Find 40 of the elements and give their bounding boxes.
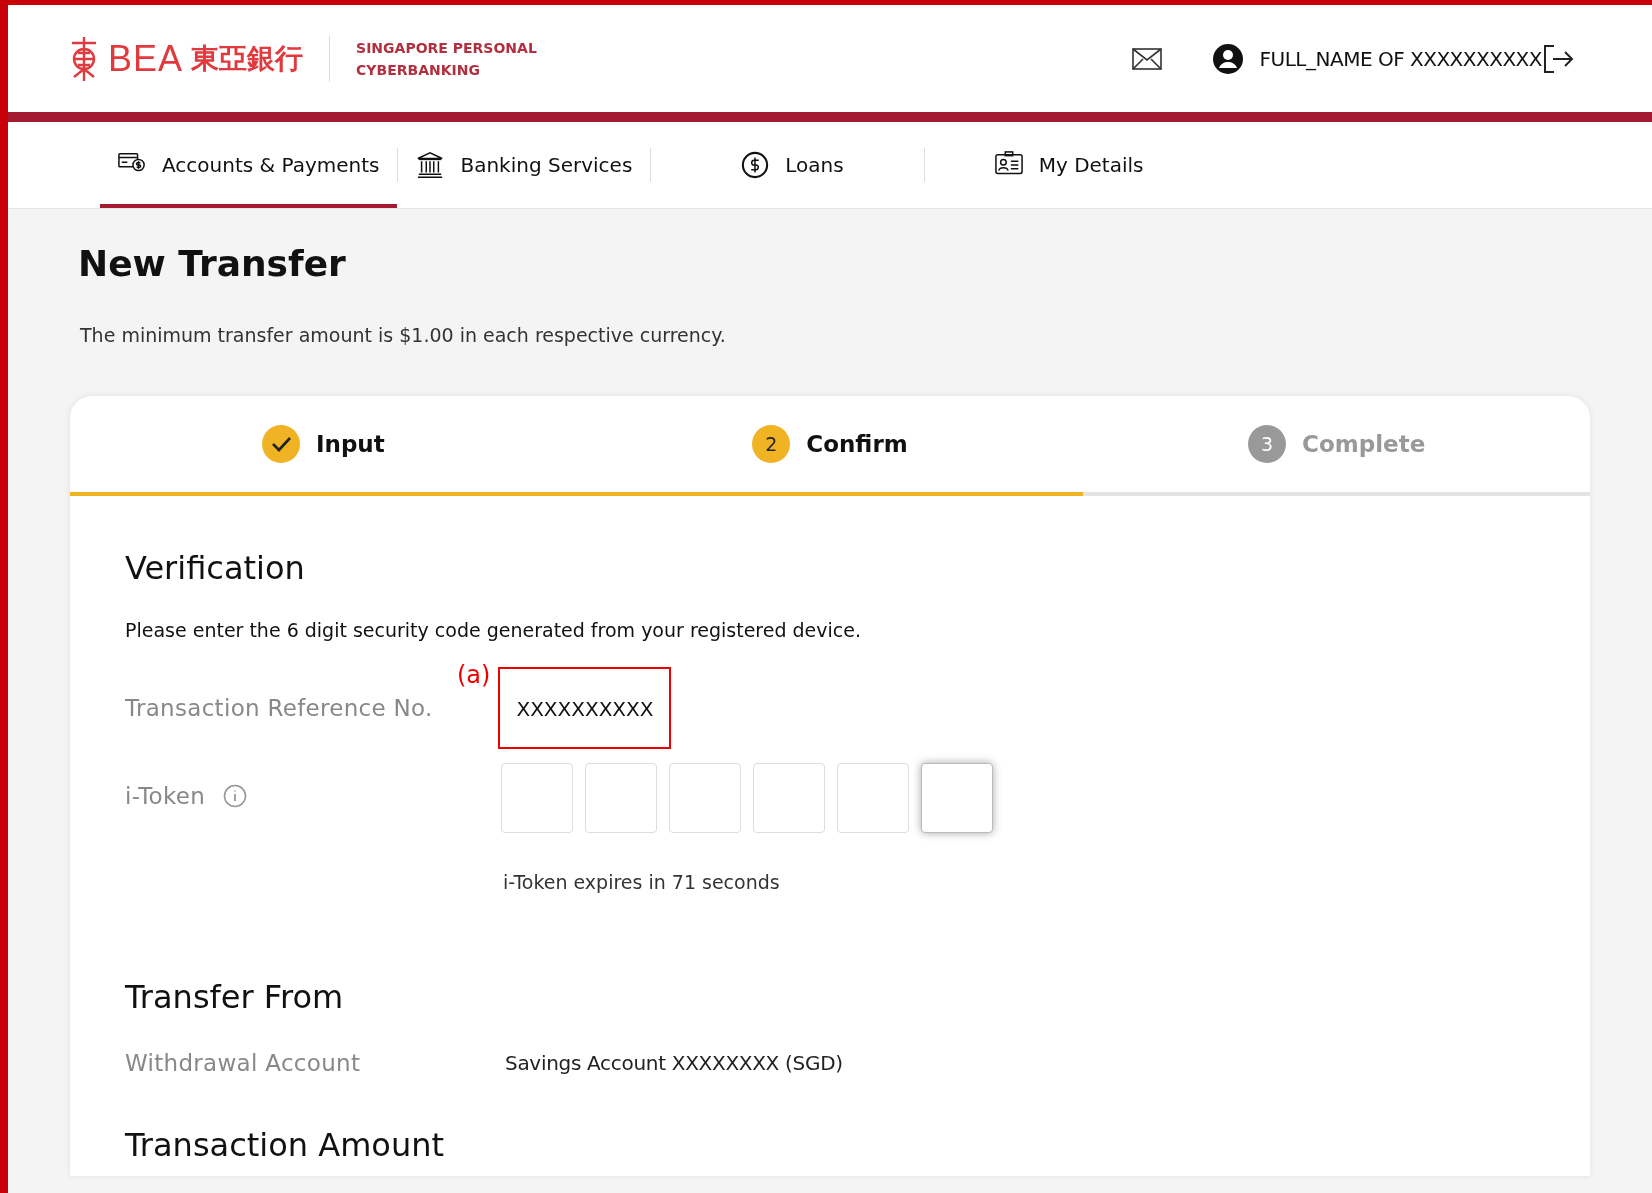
section-title: Transaction Amount — [125, 1126, 445, 1164]
bank-building-icon — [416, 151, 445, 179]
section-title: Transfer From — [125, 978, 345, 1016]
field-label: Withdrawal Account — [125, 1050, 362, 1076]
user-avatar-icon — [1211, 42, 1244, 75]
mail-icon[interactable] — [1131, 47, 1162, 70]
instruction-text: Please enter the 6 digit security code generated from your registered device. — [125, 619, 862, 641]
nav-tab[interactable]: Loans — [651, 126, 924, 208]
digit-input[interactable] — [669, 763, 741, 833]
reference-value: XXXXXXXXXX — [498, 667, 672, 749]
notice-text: The minimum transfer amount is $1.00 in each respective currency. — [80, 324, 727, 346]
site-name: CYBERBANKING — [356, 60, 481, 80]
brand-name: BEA — [108, 37, 184, 80]
digit-input[interactable] — [921, 763, 993, 833]
section-title: Verification — [125, 549, 306, 587]
step-label: Complete — [1302, 431, 1426, 457]
digit-input[interactable] — [585, 763, 657, 833]
nav-tab[interactable]: My Details — [924, 126, 1204, 208]
brand-chinese-name: 東亞銀行 — [191, 40, 304, 77]
user-name: FULL_NAME OF XXXXXXXXXX — [1259, 46, 1542, 71]
digit-input[interactable] — [837, 763, 909, 833]
info-icon[interactable] — [223, 784, 248, 808]
page-title: New Transfer — [78, 243, 347, 284]
dollar-coin-icon — [741, 151, 770, 179]
expiry-text: i-Token expires in 71 seconds — [503, 871, 781, 893]
step-label: Input — [315, 431, 385, 457]
check-circle-icon — [261, 425, 300, 463]
field-label: Transaction Reference No. — [125, 695, 434, 721]
nav-tab[interactable]: Banking Services — [398, 126, 651, 208]
logout-icon[interactable] — [1542, 43, 1574, 74]
step-number: 2 — [752, 425, 791, 463]
step-number: 3 — [1248, 425, 1287, 463]
nav-tab[interactable]: Accounts & Payments — [100, 126, 398, 208]
field-value: Savings Account XXXXXXXX (SGD) — [505, 1051, 843, 1075]
field-label: i-Token — [125, 783, 206, 809]
annotation-label: (a) — [457, 661, 491, 689]
site-name: SINGAPORE PERSONAL — [356, 38, 537, 58]
step-label: Confirm — [806, 431, 908, 457]
digit-input[interactable] — [501, 763, 573, 833]
digit-input[interactable] — [753, 763, 825, 833]
